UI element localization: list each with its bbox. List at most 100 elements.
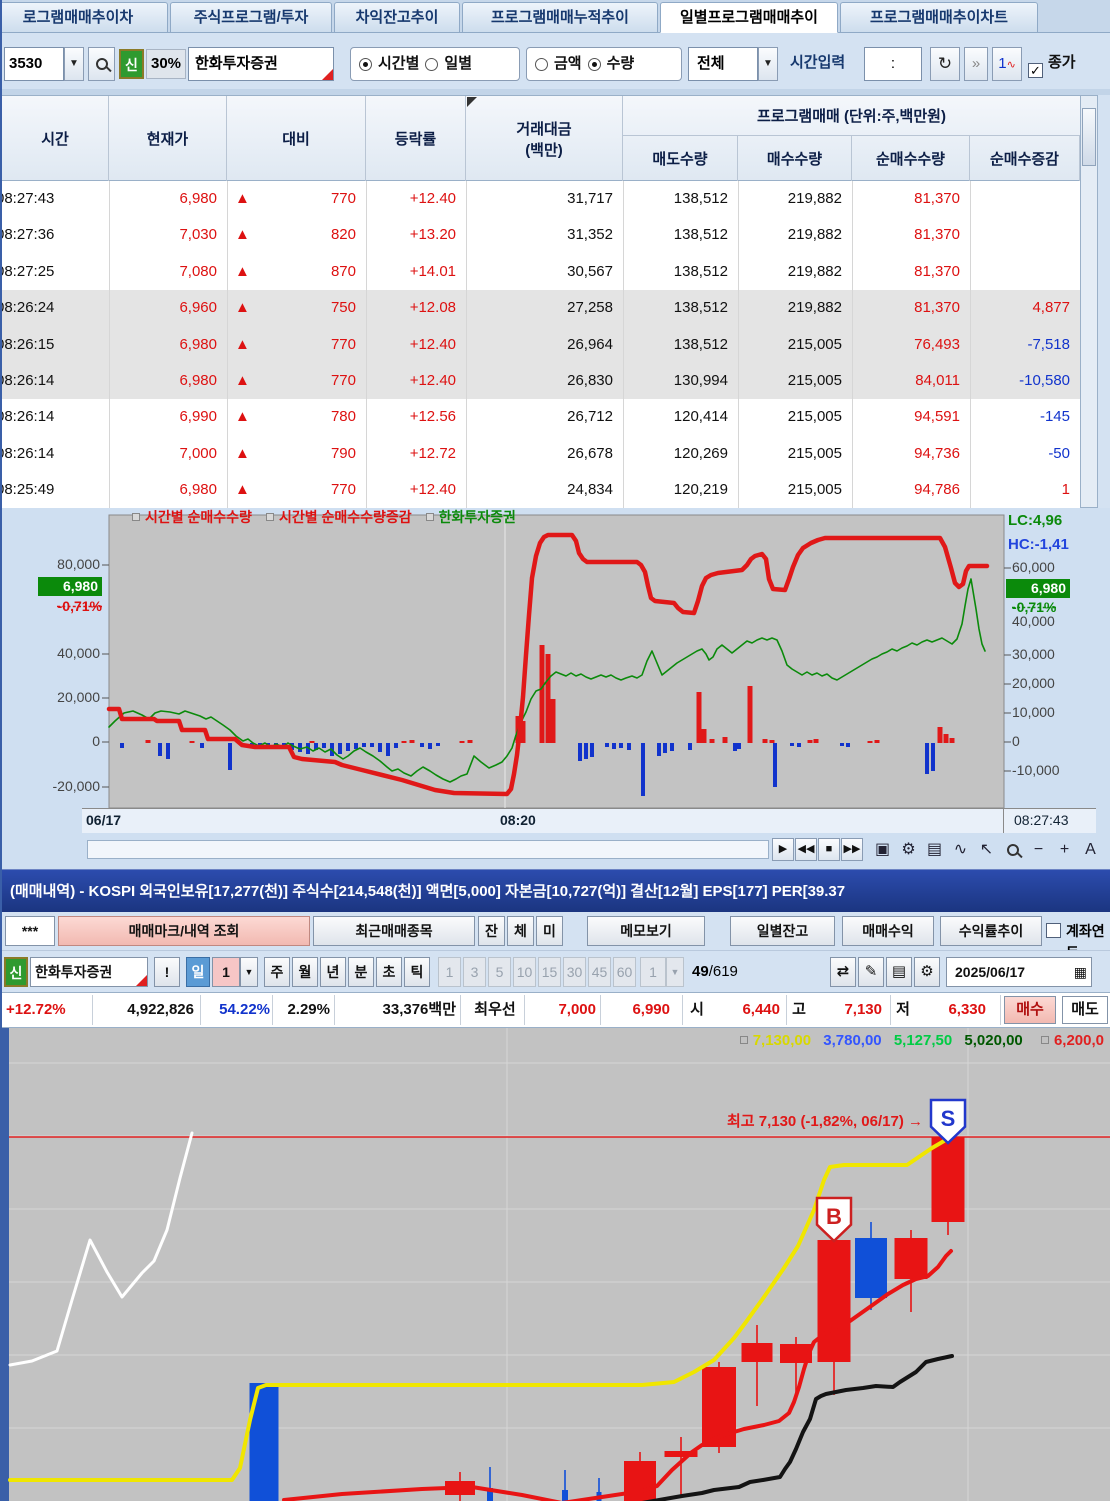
table-row[interactable]: 08:27:25 7,080 ▲ 870 +14.01 30,567 138,512 219,… bbox=[2, 253, 1080, 291]
legend-box-icon bbox=[132, 513, 140, 522]
refresh-button[interactable]: ↻ bbox=[930, 47, 960, 81]
period-월-button[interactable]: 월 bbox=[292, 957, 318, 987]
button-메모보기[interactable]: 메모보기 bbox=[587, 916, 705, 946]
col-amount[interactable]: 거래대금 (백만) bbox=[466, 96, 623, 181]
col-sell-qty[interactable]: 매도수량 bbox=[623, 136, 738, 181]
tool-icon-▤[interactable]: ▤ bbox=[922, 838, 947, 862]
col-net-qty[interactable]: 순매수수량 bbox=[852, 136, 970, 181]
nav-▶▶-button[interactable]: ▶▶ bbox=[841, 838, 863, 861]
table-row[interactable]: 08:26:15 6,980 ▲ 770 +12.40 26,964 138,512 215,… bbox=[2, 326, 1080, 363]
button-수익률추이[interactable]: 수익률추이 bbox=[940, 916, 1042, 946]
tab-일별프로그램매매추이[interactable]: 일별프로그램매매추이 bbox=[660, 2, 838, 33]
zoom-icon[interactable] bbox=[1000, 838, 1025, 862]
period-count[interactable]: 1 bbox=[212, 957, 240, 987]
legend-item: 시간별 순매수수량증감 bbox=[278, 509, 412, 525]
radio-daily[interactable] bbox=[425, 57, 439, 71]
tab-로그램매매추이차[interactable]: 로그램매매추이차 bbox=[2, 2, 168, 33]
radio-qty[interactable] bbox=[587, 57, 601, 71]
ctrl-icon-⇄[interactable]: ⇄ bbox=[830, 957, 856, 987]
col-change[interactable]: 대비 bbox=[227, 96, 366, 181]
field-divider bbox=[786, 995, 787, 1025]
tool-icon-▣[interactable]: ▣ bbox=[870, 838, 895, 862]
buy-button[interactable]: 매수 bbox=[1004, 996, 1056, 1024]
tool-icon-−[interactable]: − bbox=[1026, 838, 1051, 862]
chart-scrollbar[interactable] bbox=[87, 840, 769, 859]
more-button[interactable]: » bbox=[964, 47, 988, 81]
nav-■-button[interactable]: ■ bbox=[818, 838, 840, 861]
table-row[interactable]: 08:27:43 6,980 ▲ 770 +12.40 31,717 138,512 219,… bbox=[2, 181, 1080, 218]
period-count-dropdown[interactable]: ▼ bbox=[240, 957, 258, 987]
tab-차익잔고추이[interactable]: 차익잔고추이 bbox=[334, 2, 460, 33]
radio-amount[interactable] bbox=[535, 57, 548, 71]
ctrl-icon-▤[interactable]: ▤ bbox=[886, 957, 912, 987]
tool-icon-+[interactable]: + bbox=[1052, 838, 1077, 862]
button-최근매매종목[interactable]: 최근매매종목 bbox=[313, 916, 475, 946]
date-picker[interactable]: 2025/06/17 ▦ bbox=[946, 957, 1092, 987]
col-rate[interactable]: 등락률 bbox=[366, 96, 466, 181]
col-buy-qty[interactable]: 매수수량 bbox=[738, 136, 852, 181]
stock-name-field[interactable]: 한화투자증권 bbox=[188, 47, 334, 81]
code-dropdown-button[interactable]: ▼ bbox=[64, 47, 84, 81]
tool-icon-A[interactable]: A bbox=[1078, 838, 1103, 862]
table-row[interactable]: 08:26:14 6,980 ▲ 770 +12.40 26,830 130,994 215,… bbox=[2, 362, 1080, 400]
button-체[interactable]: 체 bbox=[507, 916, 534, 946]
button-일별잔고[interactable]: 일별잔고 bbox=[730, 916, 835, 946]
period-day-button[interactable]: 일 bbox=[186, 957, 210, 987]
sell-button[interactable]: 매도 bbox=[1062, 996, 1108, 1024]
mini-chart-button[interactable]: 1∿ bbox=[992, 47, 1022, 81]
period-틱-button[interactable]: 틱 bbox=[404, 957, 430, 987]
search-button[interactable] bbox=[88, 47, 115, 81]
nav-▶-button[interactable]: ▶ bbox=[772, 838, 794, 861]
ctrl-icon-✎[interactable]: ✎ bbox=[858, 957, 884, 987]
y-axis-label-right: 30,000 bbox=[1012, 646, 1055, 662]
close-price-checkbox[interactable]: ✓ bbox=[1028, 63, 1043, 78]
field-divider bbox=[334, 995, 335, 1025]
radio-hourly[interactable] bbox=[359, 57, 372, 71]
table-row[interactable]: 08:25:49 6,980 ▲ 770 +12.40 24,834 120,219 215,… bbox=[2, 472, 1080, 509]
tool-icon-↖[interactable]: ↖ bbox=[974, 838, 999, 862]
cell: ▲ 870 bbox=[227, 254, 366, 290]
period-분-button[interactable]: 분 bbox=[348, 957, 374, 987]
price-badge-left: 6,980 bbox=[38, 577, 102, 596]
tab-프로그램매매누적추이[interactable]: 프로그램매매누적추이 bbox=[462, 2, 658, 33]
tool-icon-⚙[interactable]: ⚙ bbox=[896, 838, 921, 862]
table-row[interactable]: 08:27:36 7,030 ▲ 820 +13.20 31,352 138,512 219,… bbox=[2, 217, 1080, 254]
nav-◀◀-button[interactable]: ◀◀ bbox=[795, 838, 817, 861]
button-미[interactable]: 미 bbox=[536, 916, 563, 946]
daily-candle-chart[interactable]: SB bbox=[2, 1028, 1110, 1501]
alert-button[interactable]: ! bbox=[154, 957, 180, 987]
tool-icon-∿[interactable]: ∿ bbox=[948, 838, 973, 862]
chart-stock-name[interactable]: 한화투자증권 bbox=[30, 957, 148, 987]
minute-30-button: 30 bbox=[563, 957, 586, 987]
scope-select[interactable]: 전체 bbox=[688, 47, 758, 81]
price-field: 최우선 bbox=[474, 1001, 516, 1018]
table-row[interactable]: 08:26:24 6,960 ▲ 750 +12.08 27,258 138,512 219,… bbox=[2, 290, 1080, 327]
account-stars[interactable]: *** bbox=[5, 916, 55, 946]
period-주-button[interactable]: 주 bbox=[264, 957, 290, 987]
col-net-change[interactable]: 순매수증감 bbox=[970, 136, 1080, 181]
y-axis-label: 0 bbox=[92, 733, 100, 749]
time-input[interactable]: : bbox=[864, 47, 922, 81]
button-매매마크/내역 조회[interactable]: 매매마크/내역 조회 bbox=[58, 916, 310, 946]
tab-주식프로그램/투자[interactable]: 주식프로그램/투자 bbox=[170, 2, 332, 33]
ctrl-icon-⚙[interactable]: ⚙ bbox=[914, 957, 940, 987]
intraday-chart[interactable] bbox=[2, 508, 1110, 833]
checkbox-icon[interactable] bbox=[1046, 923, 1061, 938]
scope-dropdown-button[interactable]: ▼ bbox=[758, 47, 778, 81]
button-잔[interactable]: 잔 bbox=[478, 916, 505, 946]
account-link-checkbox[interactable] bbox=[1046, 923, 1061, 943]
col-price[interactable]: 현재가 bbox=[109, 96, 227, 181]
price-field: 6,440 bbox=[742, 1001, 780, 1018]
table-row[interactable]: 08:26:14 7,000 ▲ 790 +12.72 26,678 120,269 215,… bbox=[2, 435, 1080, 473]
col-time[interactable]: 시간 bbox=[2, 96, 109, 181]
period-초-button[interactable]: 초 bbox=[376, 957, 402, 987]
period-년-button[interactable]: 년 bbox=[320, 957, 346, 987]
button-매매수익[interactable]: 매매수익 bbox=[842, 916, 934, 946]
table-row[interactable]: 08:26:14 6,990 ▲ 780 +12.56 26,712 120,414 215,… bbox=[2, 399, 1080, 436]
scrollbar-thumb[interactable] bbox=[1082, 108, 1096, 166]
table-scrollbar[interactable] bbox=[1080, 95, 1098, 508]
stock-code-input[interactable]: 3530 bbox=[4, 47, 64, 81]
tab-프로그램매매추이차트[interactable]: 프로그램매매추이차트 bbox=[840, 2, 1038, 33]
price-badge-right: 6,980 bbox=[1006, 579, 1070, 598]
field-divider bbox=[460, 995, 461, 1025]
